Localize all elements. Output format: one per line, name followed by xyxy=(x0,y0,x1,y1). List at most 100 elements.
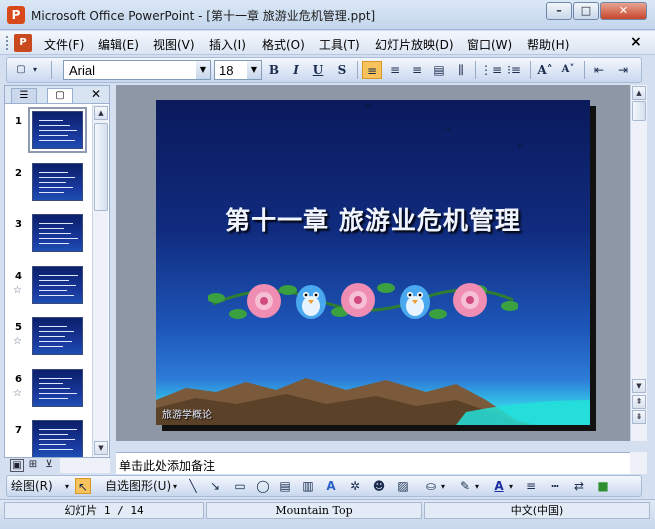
scroll-down-icon[interactable]: ▼ xyxy=(632,379,646,393)
transition-star-icon[interactable]: ☆ xyxy=(13,336,22,347)
bold-button[interactable]: B xyxy=(264,61,284,79)
increase-indent-button[interactable]: ⇥ xyxy=(613,61,633,79)
draw-menu-button[interactable]: 绘图(R) xyxy=(11,478,53,495)
increase-font-button[interactable]: A˄ xyxy=(535,61,555,79)
pane-scrollbar[interactable]: ▲ ▼ xyxy=(92,105,108,457)
menu-slideshow[interactable]: 幻灯片放映(D) xyxy=(375,36,454,53)
slide-title[interactable]: 第十一章 旅游业危机管理 xyxy=(156,201,590,237)
menu-edit[interactable]: 编辑(E) xyxy=(98,36,139,53)
close-button[interactable]: ✕ xyxy=(600,2,647,20)
slideshow-view-icon[interactable]: ⊻ xyxy=(42,459,56,472)
shadow-button[interactable]: S xyxy=(332,61,352,79)
menu-tools[interactable]: 工具(T) xyxy=(319,36,360,53)
slide-thumbnail-row[interactable]: 6 ☆ xyxy=(5,368,92,415)
autoshapes-button[interactable]: 自选图形(U) xyxy=(105,478,171,495)
shadow-style-icon[interactable]: ■ xyxy=(595,478,611,494)
transition-star-icon[interactable]: ☆ xyxy=(13,388,22,399)
slide-thumbnail-row[interactable]: 4 ☆ xyxy=(5,265,92,312)
slide-thumbnail[interactable] xyxy=(32,317,83,355)
font-size-select[interactable]: 18 ▼ xyxy=(214,60,262,80)
wordart-icon[interactable]: A xyxy=(323,478,339,494)
textbox-icon[interactable]: ▤ xyxy=(277,478,293,494)
clipart-icon[interactable]: ☻ xyxy=(371,478,387,494)
font-name-select[interactable]: Arial ▼ xyxy=(63,60,211,80)
toolbar-grip-icon[interactable] xyxy=(6,36,9,50)
fill-color-icon[interactable]: ⛀ xyxy=(423,478,439,494)
rectangle-icon[interactable]: ▭ xyxy=(232,478,248,494)
scroll-up-icon[interactable]: ▲ xyxy=(94,106,108,120)
arrow-icon[interactable]: ↘ xyxy=(207,478,223,494)
picture-icon[interactable]: ▨ xyxy=(395,478,411,494)
menu-file[interactable]: 文件(F) xyxy=(44,36,84,53)
slide-thumbnail-row[interactable]: 3 xyxy=(5,214,92,260)
distribute-button[interactable]: ▤ xyxy=(429,61,449,79)
italic-button[interactable]: I xyxy=(286,61,306,79)
dash-style-icon[interactable]: ┅ xyxy=(547,478,563,494)
minimize-button[interactable]: – xyxy=(546,2,572,20)
slide-thumbnail[interactable] xyxy=(28,107,87,153)
pane-horizontal-scrollbar[interactable] xyxy=(60,458,110,473)
line-icon[interactable]: ╲ xyxy=(185,478,201,494)
menu-insert[interactable]: 插入(I) xyxy=(209,36,246,53)
chevron-down-icon[interactable]: ▼ xyxy=(196,61,210,79)
align-center-button[interactable]: ≡ xyxy=(385,61,405,79)
notes-pane[interactable]: 单击此处添加备注 xyxy=(116,452,630,474)
align-right-button[interactable]: ≡ xyxy=(407,61,427,79)
arrow-style-icon[interactable]: ⇄ xyxy=(571,478,587,494)
chevron-down-icon[interactable]: ▾ xyxy=(441,478,445,495)
bullets-button[interactable]: ⁝≡ xyxy=(504,61,524,79)
vertical-text-button[interactable]: ⫼ xyxy=(451,61,471,79)
new-slide-icon[interactable]: ▢ xyxy=(11,61,31,79)
editor-scrollbar[interactable]: ▲ ▼ ⇞ ⇟ xyxy=(630,85,647,441)
slide-thumbnail[interactable] xyxy=(32,420,83,457)
vertical-textbox-icon[interactable]: ▥ xyxy=(300,478,316,494)
slide-thumbnail[interactable] xyxy=(32,214,83,252)
notes-scrollbar[interactable] xyxy=(630,452,647,474)
slides-tab[interactable]: ▢ xyxy=(47,88,73,103)
numbering-button[interactable]: ⋮≡ xyxy=(480,61,502,79)
chevron-down-icon[interactable]: ▼ xyxy=(247,61,261,79)
toolbar-options-icon[interactable]: ▾ xyxy=(29,61,41,79)
select-pointer-icon[interactable]: ↖ xyxy=(75,478,91,494)
scroll-up-icon[interactable]: ▲ xyxy=(632,86,646,100)
slide-thumbnail-row[interactable]: 5 ☆ xyxy=(5,317,92,363)
chevron-down-icon[interactable]: ▾ xyxy=(173,478,177,495)
slide-footer-text[interactable]: 旅游学概论 xyxy=(162,406,212,421)
scroll-down-icon[interactable]: ▼ xyxy=(94,441,108,455)
normal-view-icon[interactable]: ▣ xyxy=(10,459,24,472)
maximize-button[interactable]: □ xyxy=(573,2,599,20)
powerpoint-icon[interactable]: P xyxy=(7,6,25,24)
document-icon[interactable]: P xyxy=(14,34,32,52)
menu-help[interactable]: 帮助(H) xyxy=(527,36,569,53)
menu-view[interactable]: 视图(V) xyxy=(153,36,195,53)
transition-star-icon[interactable]: ☆ xyxy=(13,285,22,296)
close-pane-icon[interactable]: ✕ xyxy=(91,87,101,101)
outline-tab[interactable]: ☰ xyxy=(11,88,37,103)
menu-window[interactable]: 窗口(W) xyxy=(467,36,512,53)
chevron-down-icon[interactable]: ▾ xyxy=(65,478,69,495)
chevron-down-icon[interactable]: ▾ xyxy=(475,478,479,495)
scroll-thumb[interactable] xyxy=(632,101,646,121)
scroll-thumb[interactable] xyxy=(94,123,108,211)
next-slide-icon[interactable]: ⇟ xyxy=(632,410,646,424)
document-close-icon[interactable]: × xyxy=(630,34,642,50)
chevron-down-icon[interactable]: ▾ xyxy=(509,478,513,495)
line-style-icon[interactable]: ≡ xyxy=(523,478,539,494)
underline-button[interactable]: U xyxy=(308,61,328,79)
current-slide[interactable]: ⌄ ˅ ⌄ 第十一章 旅游业危机管理 旅游学概论 xyxy=(156,100,590,425)
line-color-icon[interactable]: ✎ xyxy=(457,478,473,494)
slide-thumbnail-row[interactable]: 7 xyxy=(5,420,92,457)
decrease-indent-button[interactable]: ⇤ xyxy=(589,61,609,79)
slide-thumbnail-row[interactable]: 2 xyxy=(5,162,92,209)
font-color-icon[interactable]: A xyxy=(491,478,507,494)
slide-thumbnail-row[interactable]: 1 xyxy=(5,107,92,157)
slide-thumbnail[interactable] xyxy=(32,265,83,304)
slide-thumbnail[interactable] xyxy=(32,162,83,201)
align-left-button[interactable]: ≡ xyxy=(362,61,382,79)
slide-sorter-icon[interactable]: ⊞ xyxy=(26,459,40,472)
diagram-icon[interactable]: ✲ xyxy=(347,478,363,494)
decrease-font-button[interactable]: A˅ xyxy=(558,61,578,79)
oval-icon[interactable]: ◯ xyxy=(255,478,271,494)
previous-slide-icon[interactable]: ⇞ xyxy=(632,395,646,409)
slide-thumbnail[interactable] xyxy=(32,368,83,407)
